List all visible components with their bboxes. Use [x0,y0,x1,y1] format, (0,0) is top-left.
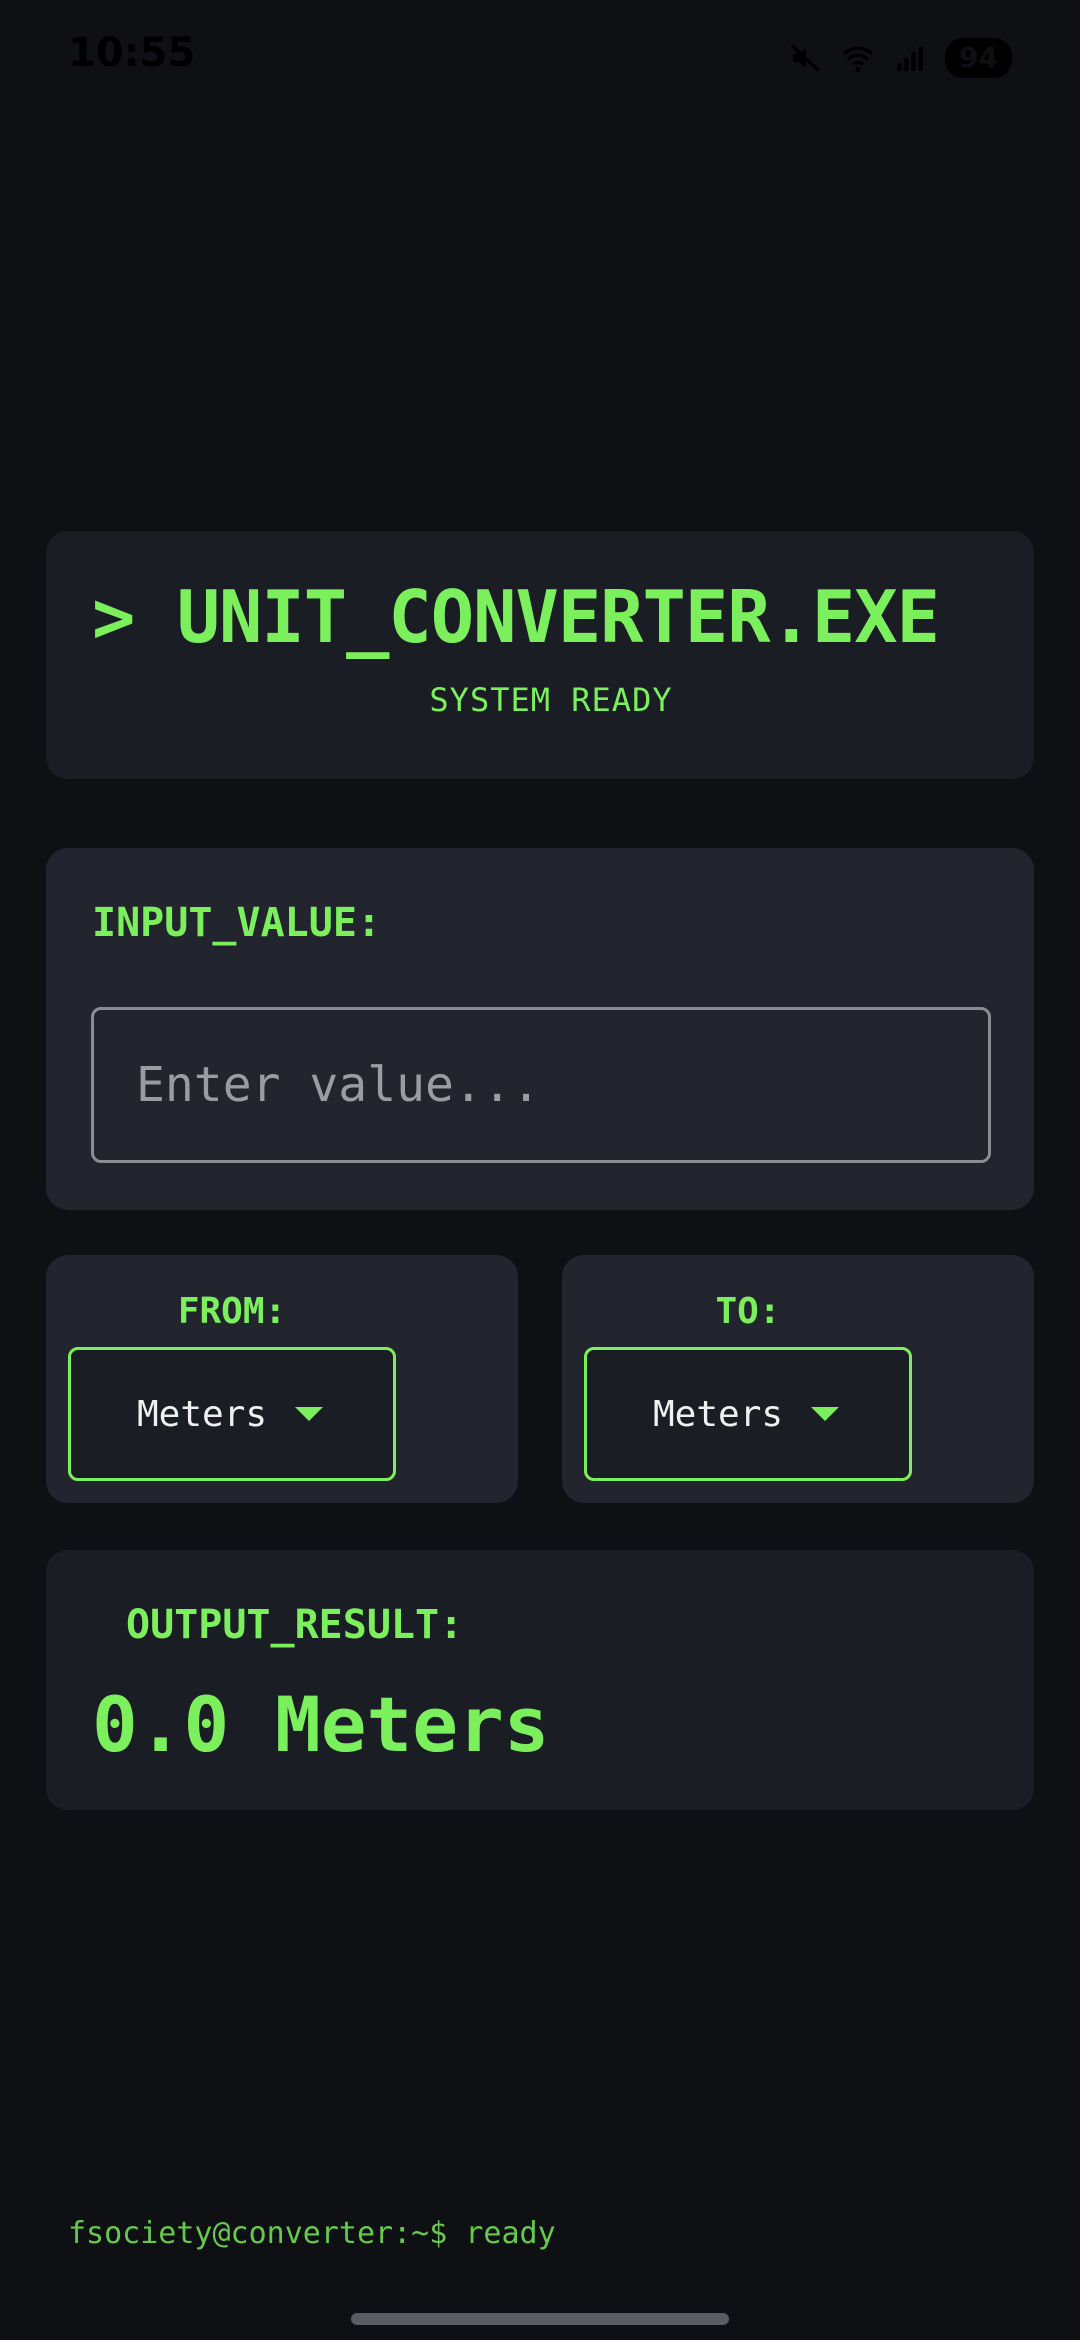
to-label: TO: [715,1291,781,1332]
chevron-down-icon [295,1407,324,1421]
app-title: > UNIT_CONVERTER.EXE [92,575,940,659]
to-unit-card: TO: Meters [562,1255,1034,1503]
system-status: SYSTEM READY [429,681,673,719]
from-unit-value: Meters [137,1393,268,1435]
terminal-prompt: fsociety@converter:~$ ready [68,2216,556,2251]
from-label: FROM: [177,1291,287,1332]
wifi-icon [842,46,874,72]
signal-icon [897,46,923,71]
input-card: INPUT_VALUE: [46,848,1034,1210]
status-icons: 94 [789,38,1012,78]
to-unit-dropdown[interactable]: Meters [584,1347,912,1481]
status-time: 10:55 [68,30,196,76]
output-result-label: OUTPUT_RESULT: [126,1602,464,1648]
output-card: OUTPUT_RESULT: 0.0 Meters [46,1550,1034,1810]
from-unit-card: FROM: Meters [46,1255,518,1503]
from-unit-dropdown[interactable]: Meters [68,1347,396,1481]
home-indicator[interactable] [351,2313,729,2325]
chevron-down-icon [811,1407,840,1421]
to-unit-value: Meters [653,1393,784,1435]
output-value: 0.0 Meters [92,1680,550,1769]
input-value-label: INPUT_VALUE: [92,900,381,946]
status-bar: 10:55 94 [0,0,1080,120]
header-card: > UNIT_CONVERTER.EXE SYSTEM READY [46,531,1034,779]
value-input[interactable] [91,1007,991,1163]
battery-indicator: 94 [945,38,1012,78]
mute-icon [790,44,820,72]
